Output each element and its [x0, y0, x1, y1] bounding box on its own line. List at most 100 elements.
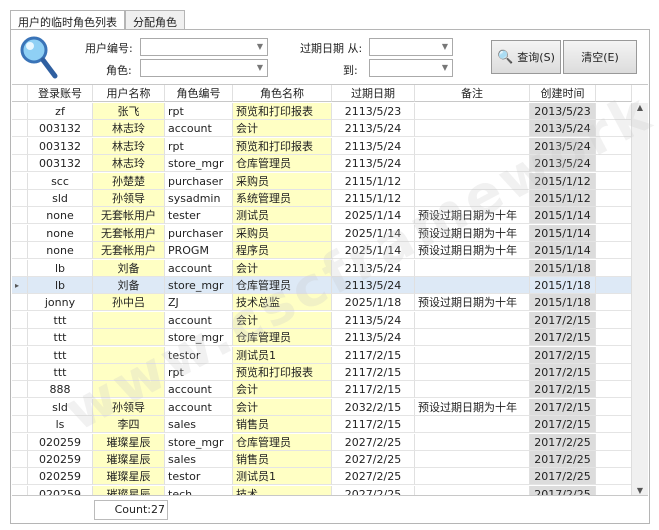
- login-account-cell: jonny: [28, 294, 93, 312]
- current-row-indicator-icon: ▸: [12, 277, 28, 294]
- create-time-cell: 2017/2/25: [530, 468, 596, 486]
- row-indicator-cell: [12, 190, 28, 207]
- expire-to-combo[interactable]: ▼: [369, 59, 453, 77]
- create-time-cell: 2013/5/24: [530, 155, 596, 173]
- table-row[interactable]: ttt testor 测试员1 2117/2/15 2017/2/15: [12, 346, 632, 364]
- filler-cell: [596, 485, 632, 495]
- vertical-scrollbar[interactable]: ▲ ▼: [631, 103, 648, 495]
- row-indicator-cell: [12, 468, 28, 486]
- table-row[interactable]: sld 孙领导 account 会计 2032/2/15 预设过期日期为十年 2017/2/…: [12, 398, 632, 416]
- user-name-cell: 张飞: [93, 103, 165, 120]
- remark-cell: [415, 277, 530, 294]
- table-row[interactable]: 003132 林志玲 store_mgr 仓库管理员 2113/5/24 2013/5/2…: [12, 155, 632, 173]
- tab-assign-role[interactable]: 分配角色: [125, 10, 185, 30]
- table-row[interactable]: ttt account 会计 2113/5/24 2017/2/15: [12, 311, 632, 329]
- scroll-down-icon[interactable]: ▼: [632, 486, 648, 495]
- column-header-filler[interactable]: [596, 85, 632, 102]
- table-row[interactable]: 020259 璀璨星辰 tech 技术 2027/2/25 2017/2/25: [12, 485, 632, 495]
- role-name-cell: 仓库管理员: [233, 277, 332, 294]
- table-row[interactable]: ▸ lb 刘备 store_mgr 仓库管理员 2113/5/24 2015/1/18: [12, 277, 632, 294]
- filler-cell: [596, 190, 632, 207]
- role-name-cell: 测试员1: [233, 468, 332, 486]
- role-code-cell: testor: [165, 346, 233, 364]
- user-name-cell: 孙楚楚: [93, 172, 165, 190]
- column-header-remark[interactable]: 备注: [415, 85, 530, 102]
- table-row[interactable]: sld 孙领导 sysadmin 系统管理员 2115/1/12 2015/1/12: [12, 190, 632, 207]
- login-account-cell: 020259: [28, 485, 93, 495]
- role-code-cell: rpt: [165, 137, 233, 155]
- role-code-cell: purchaser: [165, 172, 233, 190]
- row-indicator-cell: [12, 398, 28, 416]
- remark-cell: [415, 485, 530, 495]
- remark-cell: [415, 468, 530, 486]
- expire-date-cell: 2032/2/15: [332, 398, 415, 416]
- clear-button[interactable]: 清空(E): [563, 40, 637, 74]
- filler-cell: [596, 103, 632, 120]
- role-code-cell: rpt: [165, 103, 233, 120]
- role-name-cell: 销售员: [233, 416, 332, 434]
- role-code-cell: testor: [165, 468, 233, 486]
- table-row[interactable]: jonny 孙中吕 ZJ 技术总监 2025/1/18 预设过期日期为十年 2015/1/1…: [12, 294, 632, 312]
- row-indicator-cell: [12, 172, 28, 190]
- role-code-cell: account: [165, 381, 233, 399]
- login-account-cell: scc: [28, 172, 93, 190]
- column-header-create-time[interactable]: 创建时间: [530, 85, 596, 102]
- create-time-cell: 2017/2/15: [530, 364, 596, 381]
- role-name-cell: 测试员1: [233, 346, 332, 364]
- create-time-cell: 2017/2/25: [530, 433, 596, 451]
- remark-cell: 预设过期日期为十年: [415, 398, 530, 416]
- role-name-cell: 仓库管理员: [233, 155, 332, 173]
- login-account-cell: ttt: [28, 311, 93, 329]
- column-header-row-indicator[interactable]: [12, 85, 28, 102]
- user-name-cell: 孙领导: [93, 398, 165, 416]
- user-name-cell: 无套帐用户: [93, 224, 165, 242]
- table-row[interactable]: 003132 林志玲 rpt 预览和打印报表 2113/5/24 2013/5/24: [12, 137, 632, 155]
- role-combo[interactable]: ▼: [140, 59, 268, 77]
- filler-cell: [596, 346, 632, 364]
- user-name-cell: 林志玲: [93, 155, 165, 173]
- scroll-up-icon[interactable]: ▲: [632, 103, 648, 112]
- column-header-role-name[interactable]: 角色名称: [233, 85, 332, 102]
- query-button[interactable]: 🔍 查询(S): [491, 40, 561, 74]
- column-header-login-account[interactable]: 登录账号: [28, 85, 93, 102]
- create-time-cell: 2017/2/15: [530, 381, 596, 399]
- role-name-cell: 会计: [233, 381, 332, 399]
- table-row[interactable]: 888 account 会计 2117/2/15 2017/2/15: [12, 381, 632, 399]
- row-indicator-cell: [12, 311, 28, 329]
- filler-cell: [596, 120, 632, 138]
- login-account-cell: 003132: [28, 120, 93, 138]
- table-row[interactable]: scc 孙楚楚 purchaser 采购员 2115/1/12 2015/1/12: [12, 172, 632, 190]
- table-row[interactable]: 020259 璀璨星辰 sales 销售员 2027/2/25 2017/2/25: [12, 451, 632, 468]
- table-row[interactable]: ttt rpt 预览和打印报表 2117/2/15 2017/2/15: [12, 364, 632, 381]
- table-row[interactable]: none 无套帐用户 purchaser 采购员 2025/1/14 预设过期日期为十年 2…: [12, 224, 632, 242]
- grid-footer: Count:27: [12, 495, 648, 523]
- table-row[interactable]: lb 刘备 account 会计 2113/5/24 2015/1/18: [12, 259, 632, 277]
- login-account-cell: sld: [28, 398, 93, 416]
- table-row[interactable]: 003132 林志玲 account 会计 2113/5/24 2013/5/24: [12, 120, 632, 138]
- table-row[interactable]: none 无套帐用户 PROGM 程序员 2025/1/14 预设过期日期为十年 2015/…: [12, 242, 632, 260]
- column-header-user-name[interactable]: 用户名称: [93, 85, 165, 102]
- create-time-cell: 2015/1/14: [530, 242, 596, 260]
- row-indicator-cell: [12, 364, 28, 381]
- column-header-role-code[interactable]: 角色编号: [165, 85, 233, 102]
- expire-date-cell: 2113/5/23: [332, 103, 415, 120]
- create-time-cell: 2017/2/15: [530, 398, 596, 416]
- create-time-cell: 2013/5/24: [530, 137, 596, 155]
- column-header-expire-date[interactable]: 过期日期: [332, 85, 415, 102]
- filler-cell: [596, 398, 632, 416]
- table-row[interactable]: ttt store_mgr 仓库管理员 2113/5/24 2017/2/15: [12, 329, 632, 347]
- table-row[interactable]: 020259 璀璨星辰 store_mgr 仓库管理员 2027/2/25 2017/2/…: [12, 433, 632, 451]
- table-row[interactable]: ls 李四 sales 销售员 2117/2/15 2017/2/15: [12, 416, 632, 434]
- table-row[interactable]: 020259 璀璨星辰 testor 测试员1 2027/2/25 2017/2/25: [12, 468, 632, 486]
- expire-date-cell: 2115/1/12: [332, 172, 415, 190]
- login-account-cell: ttt: [28, 346, 93, 364]
- expire-from-combo[interactable]: ▼: [369, 38, 453, 56]
- table-row[interactable]: zf 张飞 rpt 预览和打印报表 2113/5/23 2013/5/23: [12, 103, 632, 120]
- filler-cell: [596, 364, 632, 381]
- filler-cell: [596, 451, 632, 468]
- role-name-cell: 会计: [233, 120, 332, 138]
- filler-cell: [596, 329, 632, 347]
- user-id-combo[interactable]: ▼: [140, 38, 268, 56]
- login-account-cell: sld: [28, 190, 93, 207]
- table-row[interactable]: none 无套帐用户 tester 测试员 2025/1/14 预设过期日期为十年 2015…: [12, 207, 632, 225]
